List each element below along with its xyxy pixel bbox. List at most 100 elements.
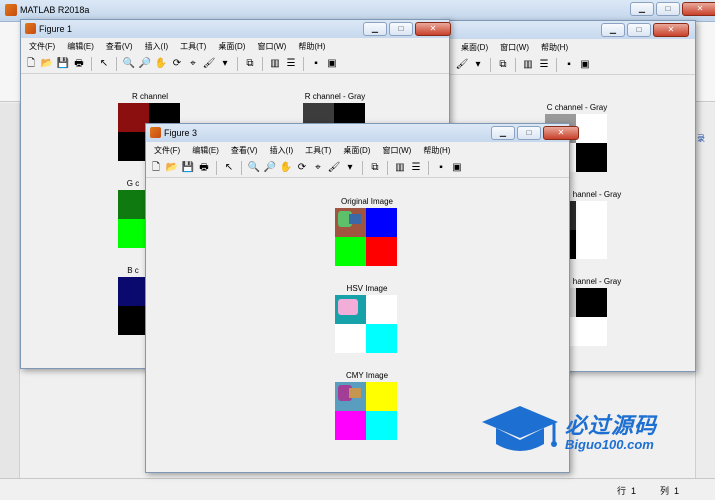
show-plot-tools-icon[interactable]: ▣: [578, 58, 592, 72]
menu-insert[interactable]: 插入(I): [270, 145, 294, 156]
menu-window[interactable]: 窗口(W): [382, 145, 411, 156]
menu-file[interactable]: 文件(F): [29, 41, 55, 52]
figure-3-menubar: 文件(F) 编辑(E) 查看(V) 插入(I) 工具(T) 桌面(D) 窗口(W…: [146, 142, 569, 158]
menu-help[interactable]: 帮助(H): [541, 42, 568, 53]
hide-plot-tools-icon[interactable]: ▪: [434, 161, 448, 175]
matlab-title: MATLAB R2018a: [20, 5, 90, 15]
menu-help[interactable]: 帮助(H): [298, 41, 325, 52]
pan-icon[interactable]: ✋: [154, 57, 168, 71]
image-detail: [338, 299, 358, 315]
minimize-button[interactable]: ▁: [630, 2, 654, 16]
pan-icon[interactable]: ✋: [279, 161, 293, 175]
maximize-button[interactable]: □: [656, 2, 680, 16]
save-icon[interactable]: 💾: [56, 57, 70, 71]
menu-insert[interactable]: 插入(I): [145, 41, 169, 52]
menu-desktop[interactable]: 桌面(D): [461, 42, 488, 53]
image-quadrant: [335, 382, 366, 411]
menu-window[interactable]: 窗口(W): [257, 41, 286, 52]
image-quadrant: [576, 114, 607, 143]
graduation-cap-icon: [482, 406, 558, 451]
plot-title: HSV Image: [346, 284, 388, 293]
maximize-button[interactable]: □: [517, 126, 541, 140]
image-quadrant: [366, 295, 397, 324]
hide-plot-tools-icon[interactable]: ▪: [309, 57, 323, 71]
colorbar-icon[interactable]: ▥: [521, 58, 535, 72]
image-quadrant: [335, 411, 366, 440]
menu-help[interactable]: 帮助(H): [423, 145, 450, 156]
image-quadrant: [335, 324, 366, 353]
image-quadrant: [366, 208, 397, 237]
figure-1-toolbar: 🗋 📂 💾 🖶 ↖ 🔍 🔎 ✋ ⟳ ⌖ 🖌 ▾ ⧉ ▥ ☰ ▪ ▣: [21, 54, 449, 74]
zoom-in-icon[interactable]: 🔍: [122, 57, 136, 71]
maximize-button[interactable]: □: [627, 23, 651, 37]
watermark-line2: Biguo100.com: [565, 437, 654, 452]
pointer-icon[interactable]: ↖: [222, 161, 236, 175]
print-icon[interactable]: 🖶: [72, 57, 86, 71]
figure-3-titlebar: Figure 3 ▁ □ ✕: [146, 124, 579, 142]
open-file-icon[interactable]: 📂: [40, 57, 54, 71]
menu-view[interactable]: 查看(V): [231, 145, 258, 156]
data-cursor-icon[interactable]: ⌖: [186, 57, 200, 71]
rotate-3d-icon[interactable]: ⟳: [295, 161, 309, 175]
brush-icon[interactable]: 🖌: [455, 58, 469, 72]
link-plot-icon[interactable]: ⧉: [496, 58, 510, 72]
image-quadrant: [366, 324, 397, 353]
minimize-button[interactable]: ▁: [491, 126, 515, 140]
menu-tools[interactable]: 工具(T): [180, 41, 206, 52]
new-figure-icon[interactable]: 🗋: [149, 161, 163, 175]
link-plot-icon[interactable]: ⧉: [368, 161, 382, 175]
legend-icon[interactable]: ☰: [409, 161, 423, 175]
new-figure-icon[interactable]: 🗋: [24, 57, 38, 71]
image-quadrant: [366, 382, 397, 411]
menu-edit[interactable]: 编辑(E): [67, 41, 94, 52]
legend-icon[interactable]: ☰: [537, 58, 551, 72]
matlab-logo-icon: [5, 4, 17, 16]
menu-file[interactable]: 文件(F): [154, 145, 180, 156]
print-icon[interactable]: 🖶: [197, 161, 211, 175]
image-detail: [349, 214, 361, 224]
plot-title: R channel - Gray: [304, 92, 366, 101]
zoom-in-icon[interactable]: 🔍: [247, 161, 261, 175]
dropdown-icon[interactable]: ▾: [471, 58, 485, 72]
image-quadrant: [335, 237, 366, 266]
data-cursor-icon[interactable]: ⌖: [311, 161, 325, 175]
zoom-out-icon[interactable]: 🔎: [138, 57, 152, 71]
image-quadrant: [576, 201, 607, 230]
dropdown-icon[interactable]: ▾: [218, 57, 232, 71]
brush-icon[interactable]: 🖌: [327, 161, 341, 175]
legend-icon[interactable]: ☰: [284, 57, 298, 71]
image-quadrant: [576, 143, 607, 172]
image-quadrant: [576, 230, 607, 259]
close-button[interactable]: ✕: [415, 22, 451, 36]
menu-desktop[interactable]: 桌面(D): [343, 145, 370, 156]
minimize-button[interactable]: ▁: [363, 22, 387, 36]
link-plot-icon[interactable]: ⧉: [243, 57, 257, 71]
rotate-3d-icon[interactable]: ⟳: [170, 57, 184, 71]
minimize-button[interactable]: ▁: [601, 23, 625, 37]
plot-title: Original Image: [340, 197, 394, 206]
open-file-icon[interactable]: 📂: [165, 161, 179, 175]
menu-desktop[interactable]: 桌面(D): [218, 41, 245, 52]
menu-view[interactable]: 查看(V): [106, 41, 133, 52]
plot-title: R channel: [131, 92, 169, 101]
pointer-icon[interactable]: ↖: [97, 57, 111, 71]
brush-icon[interactable]: 🖌: [202, 57, 216, 71]
watermark-line1: 必过源码: [565, 413, 658, 438]
show-plot-tools-icon[interactable]: ▣: [450, 161, 464, 175]
maximize-button[interactable]: □: [389, 22, 413, 36]
close-button[interactable]: ✕: [543, 126, 579, 140]
menu-window[interactable]: 窗口(W): [500, 42, 529, 53]
dropdown-icon[interactable]: ▾: [343, 161, 357, 175]
colorbar-icon[interactable]: ▥: [393, 161, 407, 175]
figure-1-title: Figure 1: [39, 24, 73, 34]
save-icon[interactable]: 💾: [181, 161, 195, 175]
colorbar-icon[interactable]: ▥: [268, 57, 282, 71]
menu-edit[interactable]: 编辑(E): [192, 145, 219, 156]
close-button[interactable]: ✕: [653, 23, 689, 37]
zoom-out-icon[interactable]: 🔎: [263, 161, 277, 175]
menu-tools[interactable]: 工具(T): [305, 145, 331, 156]
hide-plot-tools-icon[interactable]: ▪: [562, 58, 576, 72]
close-button[interactable]: ✕: [682, 2, 715, 16]
show-plot-tools-icon[interactable]: ▣: [325, 57, 339, 71]
plot-title: CMY Image: [345, 371, 389, 380]
